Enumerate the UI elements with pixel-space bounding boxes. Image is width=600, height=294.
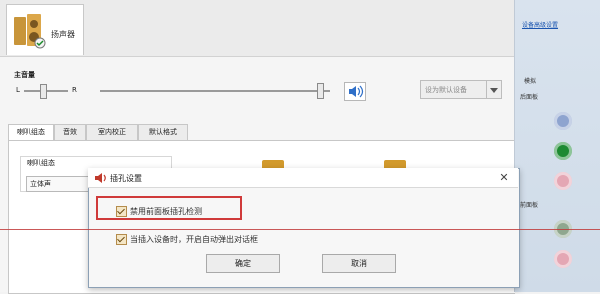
speaker-icon bbox=[95, 173, 106, 183]
tab-speaker-config[interactable]: 喇叭组态 bbox=[8, 124, 54, 141]
jack-rear-pink[interactable] bbox=[554, 172, 572, 190]
jack-rear-blue[interactable] bbox=[554, 112, 572, 130]
ok-button[interactable]: 确定 bbox=[206, 254, 280, 273]
mute-button[interactable] bbox=[344, 82, 366, 101]
speaker-icon bbox=[14, 14, 46, 49]
chevron-down-icon[interactable] bbox=[486, 81, 501, 98]
advanced-device-settings-link[interactable]: 设备高级设置 bbox=[522, 20, 558, 29]
jack-rear-green[interactable] bbox=[554, 142, 572, 160]
front-panel-label: 前面板 bbox=[520, 202, 539, 209]
rear-panel-label: 后面板 bbox=[520, 94, 539, 101]
speaker-tab[interactable]: 扬声器 bbox=[6, 4, 84, 55]
tab-room-correction[interactable]: 室内校正 bbox=[86, 124, 138, 141]
dialog-title-bar bbox=[88, 168, 518, 188]
speaker-config-group-title: 喇叭组态 bbox=[26, 158, 56, 168]
tab-default-format[interactable]: 默认格式 bbox=[138, 124, 188, 141]
dialog-title: 插孔设置 bbox=[110, 174, 142, 183]
balance-right-label: R bbox=[72, 86, 77, 94]
master-volume-title: 主音量 bbox=[14, 71, 35, 79]
highlight-box bbox=[96, 196, 242, 220]
set-default-device-label: 设为默认设备 bbox=[425, 86, 467, 94]
close-icon[interactable]: ✕ bbox=[496, 170, 512, 185]
set-default-device-button[interactable]: 设为默认设备 bbox=[420, 80, 502, 99]
cancel-button[interactable]: 取消 bbox=[322, 254, 396, 273]
speaker-tab-label: 扬声器 bbox=[51, 30, 75, 39]
analog-label: 模拟 bbox=[524, 78, 537, 85]
volume-icon bbox=[349, 85, 364, 98]
auto-popup-checkbox[interactable] bbox=[116, 234, 127, 245]
balance-left-label: L bbox=[16, 86, 20, 94]
speaker-config-select-value: 立体声 bbox=[30, 180, 51, 188]
auto-popup-label: 当插入设备时，开启自动弹出对话框 bbox=[130, 235, 258, 244]
tab-sound-effects[interactable]: 音效 bbox=[54, 124, 86, 141]
annotation-red-line bbox=[0, 229, 600, 230]
balance-slider-thumb[interactable] bbox=[40, 84, 47, 99]
volume-slider-track[interactable] bbox=[100, 90, 330, 92]
volume-slider-thumb[interactable] bbox=[317, 83, 324, 99]
jack-front-pink[interactable] bbox=[554, 250, 572, 268]
